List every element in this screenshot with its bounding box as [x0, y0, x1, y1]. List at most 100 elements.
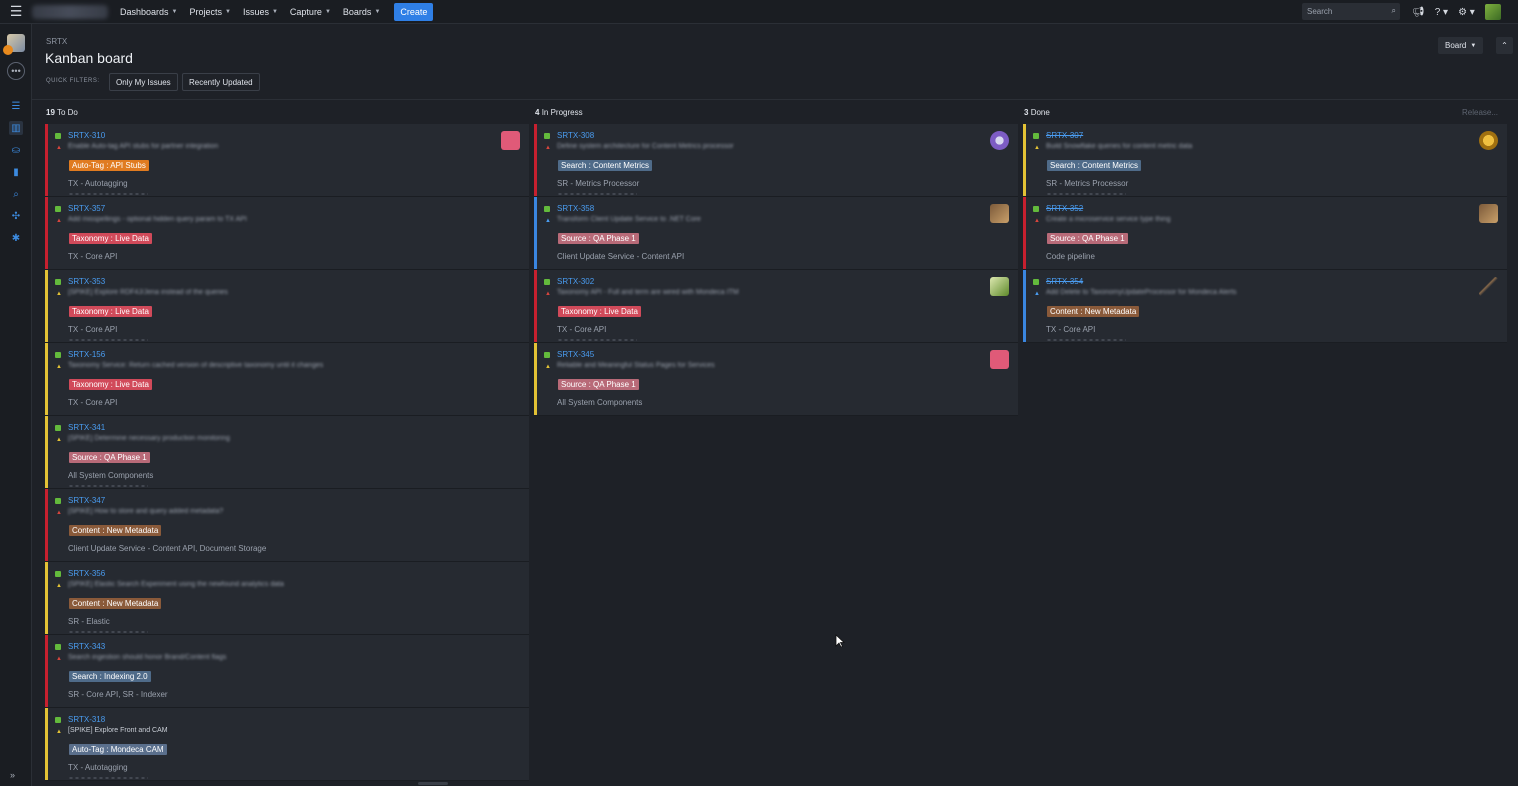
issues-icon[interactable]: ⌕ — [9, 187, 23, 201]
filter-recently-updated[interactable]: Recently Updated — [182, 73, 260, 91]
filter-only-my-issues[interactable]: Only My Issues — [109, 73, 178, 91]
issue-key-link[interactable]: SRTX-308 — [557, 131, 594, 140]
issue-key-link[interactable]: SRTX-345 — [557, 350, 594, 359]
assignee-avatar[interactable] — [990, 131, 1009, 150]
issue-key-link[interactable]: SRTX-347 — [68, 496, 105, 505]
user-avatar[interactable] — [1484, 4, 1501, 20]
assignee-avatar[interactable] — [990, 277, 1009, 296]
nav-dashboards[interactable]: Dashboards ▼ — [120, 7, 177, 17]
nav-boards[interactable]: Boards ▼ — [343, 7, 380, 17]
issue-card[interactable]: SRTX-307 ▲ Build Snowflake queries for c… — [1023, 124, 1507, 197]
issue-card[interactable]: SRTX-341 ▲ [SPIKE] Determine necessary p… — [45, 416, 529, 489]
assignee-avatar[interactable] — [1479, 277, 1498, 296]
grab-handle[interactable] — [68, 485, 148, 487]
grab-handle[interactable] — [1046, 339, 1126, 341]
assignee-avatar[interactable] — [501, 131, 520, 150]
issue-key-link[interactable]: SRTX-156 — [68, 350, 105, 359]
grab-handle[interactable] — [68, 339, 148, 341]
bug-icon[interactable]: ✱ — [9, 231, 23, 245]
assignee-avatar[interactable] — [1479, 131, 1498, 150]
component-label: Client Update Service - Content API, Doc… — [68, 544, 267, 553]
nav-issues[interactable]: Issues ▼ — [243, 7, 278, 17]
collapse-header-button[interactable]: ⌃ — [1496, 37, 1513, 54]
grab-handle[interactable] — [557, 193, 637, 195]
epic-label[interactable]: Taxonomy : Live Data — [69, 233, 152, 244]
assignee-avatar[interactable] — [990, 350, 1009, 369]
epic-label[interactable]: Taxonomy : Live Data — [69, 306, 152, 317]
issue-card[interactable]: SRTX-343 ▲ Search ingestion should honor… — [45, 635, 529, 708]
epic-label[interactable]: Content : New Metadata — [1047, 306, 1140, 317]
issue-key-link[interactable]: SRTX-358 — [557, 204, 594, 213]
epic-label[interactable]: Taxonomy : Live Data — [69, 379, 152, 390]
epic-label[interactable]: Search : Indexing 2.0 — [69, 671, 151, 682]
search-input[interactable]: Search ⌕ — [1302, 3, 1400, 20]
epic-label[interactable]: Content : New Metadata — [69, 525, 162, 536]
chevron-up-icon: ⌃ — [1501, 41, 1508, 50]
issue-key-link[interactable]: SRTX-354 — [1046, 277, 1083, 286]
issue-key-link[interactable]: SRTX-307 — [1046, 131, 1083, 140]
issue-key-link[interactable]: SRTX-343 — [68, 642, 105, 651]
horizontal-scrollbar[interactable] — [418, 782, 448, 785]
issue-card[interactable]: SRTX-347 ▲ [SPIKE] How to store and quer… — [45, 489, 529, 562]
more-icon[interactable]: ••• — [7, 62, 25, 80]
issue-card[interactable]: SRTX-302 ▲ Taxonomy API - Full and term … — [534, 270, 1018, 343]
issue-card[interactable]: SRTX-353 ▲ [SPIKE] Explore RDF4J/Jena in… — [45, 270, 529, 343]
epic-label[interactable]: Source : QA Phase 1 — [558, 379, 639, 390]
breadcrumb[interactable]: SRTX — [46, 37, 67, 46]
megaphone-icon[interactable]: 📢︎ — [1412, 7, 1425, 18]
gear-icon[interactable]: ⚙ ▾ — [1458, 7, 1475, 18]
issue-card[interactable]: SRTX-308 ▲ Define system architecture fo… — [534, 124, 1018, 197]
components-icon[interactable]: ✣ — [9, 209, 23, 223]
issue-key-link[interactable]: SRTX-352 — [1046, 204, 1083, 213]
priority-bar — [45, 270, 48, 342]
issue-key-link[interactable]: SRTX-356 — [68, 569, 105, 578]
issue-card[interactable]: SRTX-352 ▲ Create a microservice service… — [1023, 197, 1507, 270]
issue-card[interactable]: SRTX-356 ▲ [SPIKE] Elastic Search Experi… — [45, 562, 529, 635]
grab-handle[interactable] — [68, 631, 148, 633]
epic-label[interactable]: Source : QA Phase 1 — [69, 452, 150, 463]
nav-projects[interactable]: Projects ▼ — [189, 7, 230, 17]
epic-label[interactable]: Content : New Metadata — [69, 598, 162, 609]
issue-card[interactable]: SRTX-357 ▲ Add misspellings - optional h… — [45, 197, 529, 270]
app-logo[interactable] — [32, 4, 108, 19]
create-button[interactable]: Create — [394, 2, 434, 21]
issue-key-link[interactable]: SRTX-353 — [68, 277, 105, 286]
grab-handle[interactable] — [1046, 193, 1126, 195]
epic-label[interactable]: Search : Content Metrics — [1047, 160, 1142, 171]
grab-handle[interactable] — [68, 777, 148, 779]
issue-card[interactable]: SRTX-358 ▲ Transform Client Update Servi… — [534, 197, 1018, 270]
grab-handle[interactable] — [557, 339, 637, 341]
epic-label[interactable]: Auto-Tag : Mondeca CAM — [69, 744, 167, 755]
issue-key-link[interactable]: SRTX-302 — [557, 277, 594, 286]
column-count: 19 — [46, 108, 55, 117]
issue-key-link[interactable]: SRTX-341 — [68, 423, 105, 432]
issue-key-link[interactable]: SRTX-357 — [68, 204, 105, 213]
releases-icon[interactable]: ⛀ — [9, 143, 23, 157]
issue-card[interactable]: SRTX-310 ▲ Enable Auto-tag API stubs for… — [45, 124, 529, 197]
help-icon[interactable]: ? ▾ — [1435, 7, 1448, 18]
epic-label[interactable]: Search : Content Metrics — [558, 160, 653, 171]
epic-label[interactable]: Auto-Tag : API Stubs — [69, 160, 149, 171]
component-label: SR - Elastic — [68, 617, 110, 626]
epic-label[interactable]: Taxonomy : Live Data — [558, 306, 641, 317]
issue-card[interactable]: SRTX-156 ▲ Taxonomy Service: Return cach… — [45, 343, 529, 416]
assignee-avatar[interactable] — [1479, 204, 1498, 223]
epic-label[interactable]: Source : QA Phase 1 — [1047, 233, 1128, 244]
grab-handle[interactable] — [68, 193, 148, 195]
backlog-icon[interactable]: ☰ — [9, 99, 23, 113]
release-link[interactable]: Release... — [1462, 108, 1498, 117]
issue-key-link[interactable]: SRTX-310 — [68, 131, 105, 140]
assignee-avatar[interactable] — [990, 204, 1009, 223]
issue-card[interactable]: SRTX-345 ▲ Reliable and Meaningful Statu… — [534, 343, 1018, 416]
issue-card[interactable]: SRTX-354 ▲ Add Delete to TaxonomyUpdateP… — [1023, 270, 1507, 343]
priority-icon: ▲ — [56, 364, 62, 370]
epic-label[interactable]: Source : QA Phase 1 — [558, 233, 639, 244]
expand-sidebar-icon[interactable]: » — [10, 770, 15, 780]
issue-key-link[interactable]: SRTX-318 — [68, 715, 105, 724]
nav-capture[interactable]: Capture ▼ — [290, 7, 331, 17]
menu-icon[interactable]: ☰ — [0, 0, 32, 24]
issue-card[interactable]: SRTX-318 ▲ [SPIKE] Explore Front and CAM… — [45, 708, 529, 781]
board-icon[interactable]: ▥ — [9, 121, 23, 135]
reports-icon[interactable]: ▮ — [9, 165, 23, 179]
board-menu-button[interactable]: Board ▼ — [1438, 37, 1484, 54]
